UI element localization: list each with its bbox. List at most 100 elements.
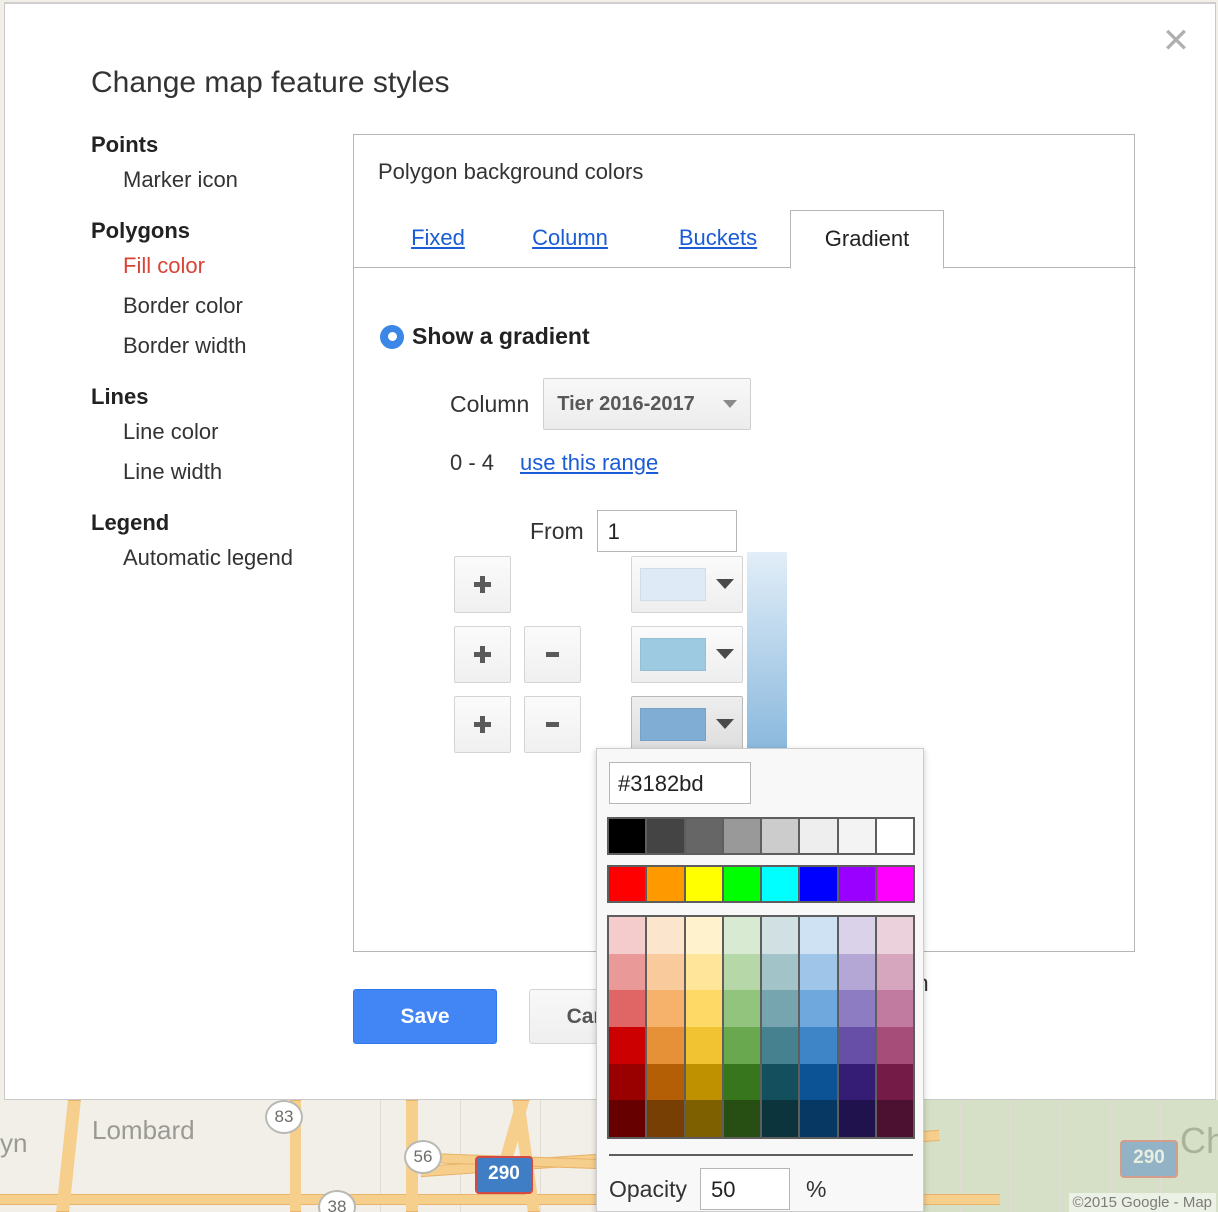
stop-color-dropdown[interactable] bbox=[631, 625, 743, 683]
palette-color-cell[interactable] bbox=[876, 990, 913, 1028]
palette-color-cell[interactable] bbox=[647, 1100, 684, 1138]
remove-stop-button[interactable] bbox=[524, 625, 581, 683]
palette-color-cell[interactable] bbox=[762, 1027, 799, 1064]
palette-color-cell[interactable] bbox=[800, 990, 837, 1028]
stop-color-dropdown[interactable] bbox=[631, 555, 743, 613]
palette-color-cell[interactable] bbox=[762, 819, 801, 853]
palette-color-cell[interactable] bbox=[762, 917, 799, 954]
palette-color-cell[interactable] bbox=[876, 1100, 913, 1138]
chevron-down-icon bbox=[716, 579, 734, 589]
from-label: From bbox=[530, 517, 584, 544]
palette-color-cell[interactable] bbox=[685, 990, 722, 1028]
palette-color-cell[interactable] bbox=[609, 917, 646, 954]
palette-color-cell[interactable] bbox=[685, 1063, 722, 1101]
palette-color-cell[interactable] bbox=[723, 867, 762, 901]
palette-color-cell[interactable] bbox=[609, 953, 646, 991]
palette-color-cell[interactable] bbox=[876, 867, 913, 901]
palette-color-cell[interactable] bbox=[876, 1063, 913, 1101]
map-place-label: Lombard bbox=[92, 1115, 195, 1145]
palette-color-cell[interactable] bbox=[800, 867, 839, 901]
palette-color-cell[interactable] bbox=[647, 917, 684, 954]
stop-color-dropdown-active[interactable] bbox=[631, 695, 743, 753]
opacity-input[interactable]: 50 bbox=[699, 1168, 790, 1210]
palette-color-cell[interactable] bbox=[838, 1100, 875, 1138]
palette-color-cell[interactable] bbox=[762, 990, 799, 1028]
palette-color-cell[interactable] bbox=[838, 917, 875, 954]
save-button[interactable]: Save bbox=[353, 989, 497, 1044]
sidebar-item-line-width[interactable]: Line width bbox=[91, 452, 341, 492]
palette-color-cell[interactable] bbox=[609, 1027, 646, 1064]
add-stop-button[interactable] bbox=[454, 625, 511, 683]
palette-color-cell[interactable] bbox=[609, 819, 648, 853]
palette-color-cell[interactable] bbox=[723, 917, 760, 954]
palette-color-cell[interactable] bbox=[838, 1027, 875, 1064]
hex-color-input[interactable]: #3182bd bbox=[609, 762, 751, 804]
palette-color-cell[interactable] bbox=[609, 867, 648, 901]
palette-color-cell[interactable] bbox=[647, 953, 684, 991]
use-this-range-link[interactable]: use this range bbox=[520, 450, 658, 476]
show-gradient-radio[interactable] bbox=[380, 324, 404, 349]
palette-color-cell[interactable] bbox=[723, 1063, 760, 1101]
add-stop-button[interactable] bbox=[454, 555, 511, 613]
palette-color-cell[interactable] bbox=[647, 867, 686, 901]
palette-color-cell[interactable] bbox=[723, 1027, 760, 1064]
map-grid-line bbox=[1010, 1100, 1011, 1212]
palette-color-cell[interactable] bbox=[762, 953, 799, 991]
palette-color-cell[interactable] bbox=[876, 917, 913, 954]
palette-color-cell[interactable] bbox=[800, 1027, 837, 1064]
sidebar-item-fill-color[interactable]: Fill color bbox=[91, 246, 341, 286]
palette-color-cell[interactable] bbox=[609, 1063, 646, 1101]
tab-column[interactable]: Column bbox=[506, 210, 634, 268]
palette-color-cell[interactable] bbox=[647, 1063, 684, 1101]
palette-color-cell[interactable] bbox=[685, 819, 724, 853]
tab-gradient[interactable]: Gradient bbox=[790, 210, 944, 269]
sidebar-item-marker-icon[interactable]: Marker icon bbox=[91, 160, 341, 200]
palette-color-cell[interactable] bbox=[685, 1027, 722, 1064]
palette-color-cell[interactable] bbox=[685, 917, 722, 954]
palette-color-cell[interactable] bbox=[762, 1063, 799, 1101]
gradient-stop-row bbox=[454, 555, 743, 613]
sidebar-item-automatic-legend[interactable]: Automatic legend bbox=[91, 538, 341, 578]
palette-color-cell[interactable] bbox=[838, 1063, 875, 1101]
palette-color-cell[interactable] bbox=[876, 1027, 913, 1064]
palette-color-cell[interactable] bbox=[685, 1100, 722, 1138]
palette-color-cell[interactable] bbox=[838, 819, 877, 853]
palette-color-cell[interactable] bbox=[876, 819, 913, 853]
palette-color-cell[interactable] bbox=[685, 867, 724, 901]
column-row: Column Tier 2016-2017 bbox=[450, 378, 752, 430]
close-icon[interactable]: ✕ bbox=[1159, 24, 1193, 60]
sidebar-item-line-color[interactable]: Line color bbox=[91, 412, 341, 452]
tab-buckets[interactable]: Buckets bbox=[654, 210, 782, 268]
palette-color-cell[interactable] bbox=[800, 953, 837, 991]
sidebar-item-border-width[interactable]: Border width bbox=[91, 326, 341, 366]
palette-color-cell[interactable] bbox=[762, 867, 801, 901]
show-gradient-row[interactable]: Show a gradient bbox=[380, 323, 590, 350]
palette-color-cell[interactable] bbox=[723, 819, 762, 853]
palette-color-cell[interactable] bbox=[647, 990, 684, 1028]
plus-icon bbox=[480, 575, 485, 593]
from-input[interactable]: 1 bbox=[596, 510, 737, 552]
palette-color-cell[interactable] bbox=[800, 1063, 837, 1101]
palette-color-cell[interactable] bbox=[800, 1100, 837, 1138]
add-stop-button[interactable] bbox=[454, 695, 511, 753]
palette-color-cell[interactable] bbox=[800, 819, 839, 853]
palette-color-cell[interactable] bbox=[838, 953, 875, 991]
remove-stop-button[interactable] bbox=[524, 695, 581, 753]
palette-color-cell[interactable] bbox=[647, 819, 686, 853]
palette-color-cell[interactable] bbox=[800, 917, 837, 954]
palette-color-cell[interactable] bbox=[723, 990, 760, 1028]
bright-palette-strip bbox=[607, 865, 915, 903]
column-select[interactable]: Tier 2016-2017 bbox=[543, 378, 752, 430]
palette-color-cell[interactable] bbox=[647, 1027, 684, 1064]
palette-color-cell[interactable] bbox=[723, 953, 760, 991]
tab-fixed[interactable]: Fixed bbox=[392, 210, 484, 268]
palette-color-cell[interactable] bbox=[762, 1100, 799, 1138]
palette-color-cell[interactable] bbox=[609, 990, 646, 1028]
palette-color-cell[interactable] bbox=[876, 953, 913, 991]
palette-color-cell[interactable] bbox=[685, 953, 722, 991]
palette-color-cell[interactable] bbox=[723, 1100, 760, 1138]
sidebar-item-border-color[interactable]: Border color bbox=[91, 286, 341, 326]
palette-color-cell[interactable] bbox=[838, 990, 875, 1028]
palette-color-cell[interactable] bbox=[838, 867, 877, 901]
palette-color-cell[interactable] bbox=[609, 1100, 646, 1138]
